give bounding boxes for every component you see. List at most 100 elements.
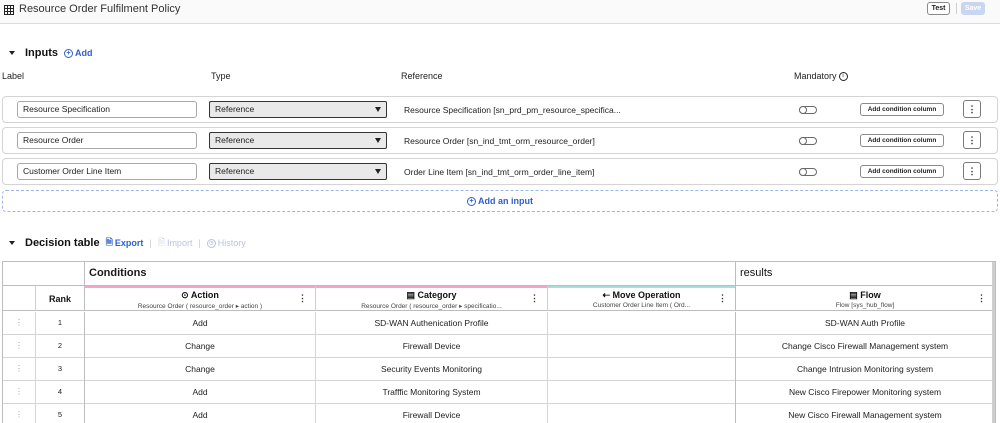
add-input-link[interactable]: + Add (64, 48, 93, 58)
dropdown-arrow-icon (375, 169, 381, 174)
drag-handle-icon[interactable]: ⋮ (3, 358, 36, 381)
category-cell[interactable]: Firewall Device (316, 404, 548, 423)
decision-table-title: Decision table (25, 237, 100, 249)
move-operation-cell[interactable] (548, 381, 736, 404)
test-button[interactable]: Test (927, 2, 950, 15)
mandatory-toggle[interactable] (799, 106, 817, 114)
page-title: Resource Order Fulfilment Policy (19, 3, 181, 15)
info-icon[interactable]: i (838, 71, 848, 81)
add-input-button[interactable]: + Add an input (2, 190, 998, 212)
import-link[interactable]: 🗎 Import (158, 235, 193, 251)
flow-cell[interactable]: New Cisco Firewall Management system (736, 404, 994, 423)
move-operation-cell[interactable] (548, 312, 736, 335)
action-cell[interactable]: Add (85, 381, 316, 404)
drag-handle-icon[interactable]: ⋮ (3, 381, 36, 404)
operation-stripe (548, 286, 735, 288)
type-select-value: Reference (215, 166, 255, 176)
label-input[interactable]: Resource Specification (17, 101, 197, 118)
add-condition-column-button[interactable]: Add condition column (860, 165, 944, 178)
move-operation-column-header[interactable]: ⇠ Move Operation Customer Order Line Ite… (548, 286, 736, 311)
flow-cell[interactable]: Change Intrusion Monitoring system (736, 358, 994, 381)
type-select[interactable]: Reference (209, 163, 387, 180)
history-link[interactable]: ◷ History (206, 238, 246, 248)
choice-icon: ⇠ (602, 290, 610, 300)
rank-cell: 5 (36, 404, 85, 423)
flow-cell[interactable]: New Cisco Firepower Monitoring system (736, 381, 994, 404)
drag-header (3, 286, 36, 311)
move-operation-column-title-text: Move Operation (612, 290, 681, 300)
toggle-knob (799, 168, 807, 176)
input-row: Resource Order Reference Resource Order … (2, 127, 998, 154)
type-select[interactable]: Reference (209, 132, 387, 149)
mandatory-toggle[interactable] (799, 168, 817, 176)
category-column-subtitle: Resource Order ( resource_order ▸ specif… (361, 303, 502, 310)
column-header-type: Type (211, 71, 231, 81)
history-label: History (217, 238, 246, 248)
add-input-action: + Add an input (467, 196, 533, 206)
divider (956, 3, 957, 14)
move-operation-cell[interactable] (548, 335, 736, 358)
action-column-subtitle: Resource Order ( resource_order ▸ action… (137, 303, 263, 310)
table-icon (4, 5, 14, 15)
mandatory-toggle[interactable] (799, 137, 817, 145)
collapse-caret-icon[interactable] (9, 241, 15, 245)
flow-column-header[interactable]: ▤ Flow Flow [sys_hub_flow] ⋮ (736, 286, 994, 311)
action-column-header[interactable]: ⊙ Action Resource Order ( resource_order… (85, 286, 316, 311)
label-input[interactable]: Resource Order (17, 132, 197, 149)
category-cell[interactable]: Firewall Device (316, 335, 548, 358)
reference-icon: ▤ (406, 290, 415, 300)
save-button[interactable]: Save (961, 2, 985, 15)
type-select-value: Reference (215, 135, 255, 145)
column-menu-icon[interactable]: ⋮ (530, 293, 539, 304)
move-operation-cell[interactable] (548, 404, 736, 423)
collapse-caret-icon[interactable] (9, 51, 15, 55)
more-options-icon[interactable]: ⋮ (963, 100, 981, 118)
table-row: ⋮ 2 Change Firewall Device Change Cisco Fire… (3, 335, 995, 358)
category-cell[interactable]: SD-WAN Authenication Profile (316, 312, 548, 335)
drag-handle-icon[interactable]: ⋮ (3, 335, 36, 358)
category-cell[interactable]: Trafffic Monitoring System (316, 381, 548, 404)
column-header-row: Rank ⊙ Action Resource Order ( resource_… (3, 286, 995, 311)
add-condition-column-button[interactable]: Add condition column (860, 103, 944, 116)
export-icon: 🗎 (105, 237, 113, 247)
input-row: Customer Order Line Item Reference Order… (2, 158, 998, 185)
export-label: Export (114, 238, 144, 248)
export-link[interactable]: 🗎 Export (106, 235, 144, 251)
table-row: ⋮ 4 Add Trafffic Monitoring System New Cisco… (3, 381, 995, 404)
drag-handle-icon[interactable]: ⋮ (3, 312, 36, 335)
column-menu-icon[interactable]: ⋮ (977, 293, 986, 304)
category-cell[interactable]: Security Events Monitoring (316, 358, 548, 381)
condition-stripe (85, 286, 315, 288)
plus-circle-icon: + (467, 196, 476, 206)
table-row: ⋮ 1 Add SD-WAN Authenication Profile SD-WAN … (3, 312, 995, 335)
rank-cell: 1 (36, 312, 85, 335)
target-icon: ⊙ (181, 290, 189, 300)
action-cell[interactable]: Add (85, 312, 316, 335)
flow-cell[interactable]: Change Cisco Firewall Management system (736, 335, 994, 358)
divider: | (149, 238, 152, 248)
category-column-title-text: Category (417, 290, 457, 300)
add-condition-column-button[interactable]: Add condition column (860, 134, 944, 147)
action-cell[interactable]: Change (85, 358, 316, 381)
more-options-icon[interactable]: ⋮ (963, 131, 981, 149)
move-operation-cell[interactable] (548, 358, 736, 381)
type-select[interactable]: Reference (209, 101, 387, 118)
column-menu-icon[interactable]: ⋮ (298, 293, 307, 304)
column-menu-icon[interactable]: ⋮ (718, 293, 727, 304)
reference-text: Resource Order [sn_ind_tmt_orm_resource_… (404, 136, 595, 146)
vertical-scrollbar[interactable] (992, 262, 995, 423)
action-cell[interactable]: Change (85, 335, 316, 358)
table-row: ⋮ 5 Add Firewall Device New Cisco Firewall M… (3, 404, 995, 423)
category-column-title: ▤ Category (316, 290, 547, 301)
flow-column-subtitle: Flow [sys_hub_flow] (835, 302, 895, 309)
reference-text: Order Line Item [sn_ind_tmt_orm_order_li… (404, 167, 595, 177)
more-options-icon[interactable]: ⋮ (963, 162, 981, 180)
action-cell[interactable]: Add (85, 404, 316, 423)
category-column-header[interactable]: ▤ Category Resource Order ( resource_ord… (316, 286, 548, 311)
flow-cell[interactable]: SD-WAN Auth Profile (736, 312, 994, 335)
label-input[interactable]: Customer Order Line Item (17, 163, 197, 180)
action-column-title: ⊙ Action (85, 290, 315, 301)
drag-handle-icon[interactable]: ⋮ (3, 404, 36, 423)
column-header-label: Label (2, 71, 25, 81)
column-header-mandatory-label: Mandatory (794, 71, 837, 81)
